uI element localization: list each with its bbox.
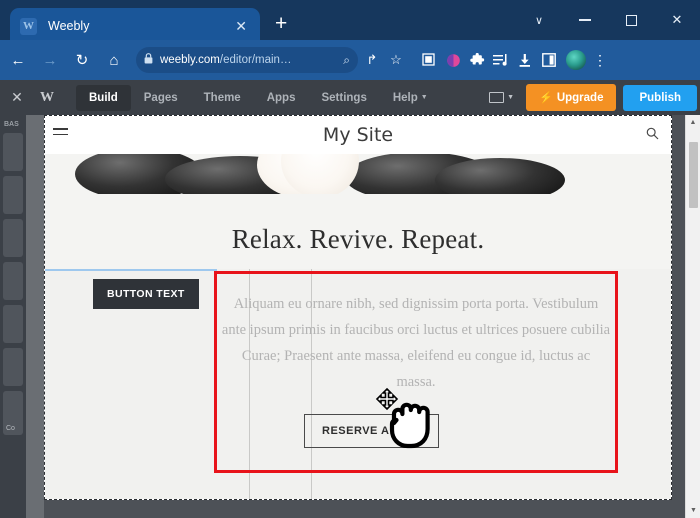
playlist-icon[interactable]: [489, 46, 513, 74]
sidebar-element-tile[interactable]: [3, 262, 23, 300]
puzzle-glyph: [469, 52, 484, 64]
sidebar-element-tile[interactable]: [3, 219, 23, 257]
scrollbar-thumb[interactable]: [689, 142, 698, 208]
url-path: /editor/main…: [219, 54, 292, 66]
sidebar-overlay-panel: [26, 115, 44, 518]
toolbar-icons: ↱ ☆ ⋮: [360, 46, 609, 74]
playlist-glyph: [492, 53, 507, 66]
paragraph-text-element[interactable]: Aliquam eu ornare nibh, sed dignissim po…: [221, 291, 611, 395]
drag-cursor: [374, 387, 446, 455]
media-glyph: [446, 53, 460, 67]
browser-titlebar: W Weebly ✕ + ∨ ✕: [0, 0, 700, 44]
site-headline[interactable]: Relax. Revive. Repeat.: [45, 214, 671, 269]
button-text-element[interactable]: BUTTON TEXT: [93, 279, 199, 309]
device-preview-toggle[interactable]: ▼: [489, 92, 514, 103]
tab-close-icon[interactable]: ✕: [232, 19, 250, 33]
maximize-icon: [625, 14, 637, 26]
sidebar-element-tile[interactable]: [3, 391, 23, 435]
content-row: BUTTON TEXT Aliquam eu ornare nibh, sed …: [45, 269, 671, 499]
tab-pages[interactable]: Pages: [131, 85, 191, 111]
editor-body: BAS My Site: [0, 115, 700, 518]
share-icon[interactable]: ↱: [360, 46, 384, 74]
browser-tab[interactable]: W Weebly ✕: [10, 8, 260, 44]
scroll-down-arrow-icon[interactable]: ▼: [686, 503, 700, 518]
monitor-icon: [489, 92, 505, 103]
upgrade-button[interactable]: ⚡ Upgrade: [526, 84, 617, 111]
browser-toolbar: ← → ↻ ⌂ weebly.com/editor/main… ⌕ ↱ ☆ ⋮: [0, 40, 700, 80]
window-controls: ∨ ✕: [516, 0, 700, 40]
sidebar-element-tile[interactable]: [3, 133, 23, 171]
downloads-icon[interactable]: [513, 46, 537, 74]
tab-theme[interactable]: Theme: [191, 85, 254, 111]
tab-settings[interactable]: Settings: [308, 85, 379, 111]
site-title[interactable]: My Site: [45, 124, 671, 146]
url-domain: weebly.com: [160, 54, 220, 66]
tab-favicon-icon: W: [20, 17, 37, 35]
window-close-button[interactable]: ✕: [654, 0, 700, 40]
profile-avatar[interactable]: [566, 50, 586, 70]
grabbing-hand-icon: [375, 387, 430, 449]
site-preview-canvas[interactable]: My Site Relax. Revive. Repeat. BUTTON TE…: [44, 115, 672, 500]
sidebar-element-tile[interactable]: [3, 176, 23, 214]
elements-sidebar[interactable]: BAS: [0, 115, 26, 518]
sidepanel-glyph: [542, 53, 556, 67]
window-minimize-button[interactable]: [562, 0, 608, 40]
tab-help-label: Help: [392, 91, 418, 104]
tab-title: Weebly: [48, 19, 90, 33]
vertical-scrollbar[interactable]: ▲ ▼: [685, 115, 700, 518]
minimize-icon: [579, 19, 591, 21]
side-panel-icon[interactable]: [537, 46, 561, 74]
canvas-bottom-gap: [44, 501, 672, 518]
forward-icon: →: [42, 51, 58, 69]
sidebar-element-tile[interactable]: [3, 348, 23, 386]
new-tab-button[interactable]: +: [275, 13, 287, 34]
browser-window: W Weebly ✕ + ∨ ✕ ← → ↻ ⌂ weebly.com/edit…: [0, 0, 700, 518]
move-cursor-badge: [375, 387, 399, 411]
bookmark-star-icon[interactable]: ☆: [384, 46, 408, 74]
address-bar-url: weebly.com/editor/main…: [160, 54, 291, 66]
chevron-down-icon: ▼: [420, 93, 428, 101]
window-maximize-button[interactable]: [608, 0, 654, 40]
home-icon[interactable]: ⌂: [100, 46, 128, 74]
site-header: My Site: [45, 116, 671, 154]
back-icon[interactable]: ←: [4, 46, 32, 74]
browser-menu-icon[interactable]: ⋮: [591, 52, 609, 69]
sidebar-element-tile[interactable]: [3, 305, 23, 343]
reload-icon[interactable]: ↻: [68, 46, 96, 74]
capture-glyph: [421, 52, 435, 66]
bolt-icon: ⚡: [539, 92, 553, 104]
sidebar-section-label: BAS: [4, 121, 19, 128]
drop-indicator: [45, 269, 217, 271]
address-bar[interactable]: weebly.com/editor/main… ⌕: [136, 47, 358, 73]
editor-actions: ▼ ⚡ Upgrade Publish: [483, 84, 700, 111]
hero-image[interactable]: [45, 154, 671, 214]
upgrade-label: Upgrade: [556, 91, 604, 104]
omnibox-search-icon[interactable]: ⌕: [343, 53, 350, 68]
device-chevron-down-icon: ▼: [507, 94, 515, 101]
editor-nav: Build Pages Theme Apps Settings Help ▼: [76, 84, 441, 111]
tab-help[interactable]: Help ▼: [380, 85, 441, 111]
weebly-editor-bar: ✕ W Build Pages Theme Apps Settings Help…: [0, 80, 700, 115]
capture-icon[interactable]: [417, 46, 441, 74]
lock-icon: [144, 53, 153, 67]
weebly-logo-icon[interactable]: W: [34, 90, 60, 106]
tab-search-chevron-icon[interactable]: ∨: [516, 0, 562, 40]
scroll-up-arrow-icon[interactable]: ▲: [686, 115, 700, 130]
extensions-puzzle-icon[interactable]: [465, 46, 489, 74]
lock-glyph: [144, 53, 153, 64]
download-glyph: [519, 53, 530, 67]
publish-button[interactable]: Publish: [623, 84, 697, 111]
tab-apps[interactable]: Apps: [254, 85, 309, 111]
media-circle-icon[interactable]: [441, 46, 465, 74]
hamburger-menu-icon[interactable]: [53, 128, 68, 139]
search-icon[interactable]: [646, 127, 659, 143]
editor-close-icon[interactable]: ✕: [0, 89, 34, 106]
search-glyph: [646, 127, 659, 140]
tab-build[interactable]: Build: [76, 84, 131, 111]
